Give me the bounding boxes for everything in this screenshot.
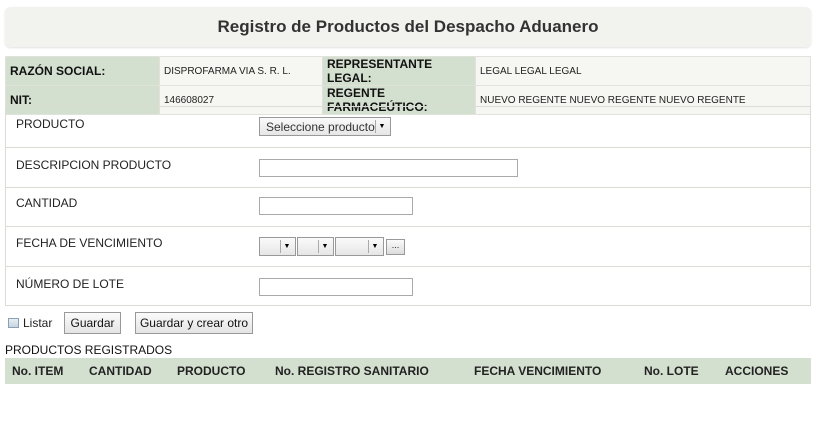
form-row-cantidad: CANTIDAD <box>6 188 810 227</box>
column-header: CANTIDAD <box>89 364 152 378</box>
cantidad-input[interactable] <box>259 197 413 215</box>
form-row-descripcion: DESCRIPCION PRODUCTO <box>6 148 810 188</box>
list-icon[interactable] <box>8 318 19 328</box>
product-form: PRODUCTO Seleccione producto ▼ DESCRIPCI… <box>5 106 811 306</box>
registered-products-title: PRODUCTOS REGISTRADOS <box>5 343 173 357</box>
producto-select-value: Seleccione producto <box>266 120 375 134</box>
column-header: No. LOTE <box>644 364 699 378</box>
column-header: FECHA VENCIMIENTO <box>474 364 602 378</box>
chevron-down-icon: ▼ <box>375 120 388 133</box>
lote-label: NÚMERO DE LOTE <box>16 277 125 291</box>
form-row-producto: PRODUCTO Seleccione producto ▼ <box>6 107 810 148</box>
lote-input[interactable] <box>259 278 413 296</box>
razon-social-value: DISPROFARMA VIA S. R. L. <box>159 56 323 86</box>
representante-value: LEGAL LEGAL LEGAL <box>475 56 811 86</box>
razon-social-label: RAZÓN SOCIAL: <box>5 56 160 86</box>
column-header: ACCIONES <box>725 364 789 378</box>
guardar-button[interactable]: Guardar <box>64 312 121 334</box>
page-header: Registro de Productos del Despacho Aduan… <box>5 7 811 47</box>
fecha-month-select[interactable]: ▼ <box>297 237 334 256</box>
chevron-down-icon: ▼ <box>318 240 331 253</box>
descripcion-label: DESCRIPCION PRODUCTO <box>16 158 172 172</box>
listar-link[interactable]: Listar <box>23 316 52 330</box>
form-row-fecha: FECHA DE VENCIMIENTO ▼ ▼ ▼ ... <box>6 227 810 267</box>
fecha-label: FECHA DE VENCIMIENTO <box>16 236 163 250</box>
cantidad-label: CANTIDAD <box>16 196 78 210</box>
chevron-down-icon: ▼ <box>280 240 293 253</box>
descripcion-input[interactable] <box>259 159 518 177</box>
column-header: PRODUCTO <box>177 364 246 378</box>
representante-label: REPRESENTANTE LEGAL: <box>322 56 476 86</box>
registered-products-header: No. ITEM CANTIDAD PRODUCTO No. REGISTRO … <box>5 358 811 384</box>
date-picker-button[interactable]: ... <box>386 239 405 255</box>
fecha-year-select[interactable]: ▼ <box>335 237 384 256</box>
page-title: Registro de Productos del Despacho Aduan… <box>217 17 599 36</box>
chevron-down-icon: ▼ <box>368 240 381 253</box>
fecha-day-select[interactable]: ▼ <box>259 237 296 256</box>
form-row-lote: NÚMERO DE LOTE <box>6 267 810 305</box>
column-header: No. ITEM <box>12 364 64 378</box>
column-header: No. REGISTRO SANITARIO <box>275 364 429 378</box>
guardar-crear-otro-button[interactable]: Guardar y crear otro <box>135 312 253 334</box>
producto-label: PRODUCTO <box>16 117 85 131</box>
producto-select[interactable]: Seleccione producto ▼ <box>259 117 391 136</box>
